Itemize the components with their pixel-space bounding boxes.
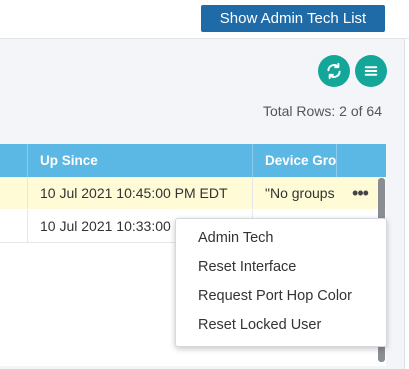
more-actions-icon[interactable]: •••	[348, 177, 372, 209]
menu-item-admin-tech[interactable]: Admin Tech	[176, 224, 386, 253]
total-rows-label: Total Rows: 2 of 64	[262, 103, 382, 119]
menu-item-request-port-hop-color[interactable]: Request Port Hop Color	[176, 282, 386, 311]
up-since-cell: 10 Jul 2021 10:45:00 PM EDT	[28, 177, 253, 209]
row-cell-blank	[0, 177, 28, 209]
top-bar: Show Admin Tech List	[0, 0, 409, 39]
refresh-icon	[325, 62, 343, 80]
menu-item-reset-interface[interactable]: Reset Interface	[176, 253, 386, 282]
row-actions-menu: Admin Tech Reset Interface Request Port …	[175, 218, 387, 347]
hamburger-menu-icon	[362, 62, 380, 80]
row-cell-blank	[0, 210, 28, 242]
refresh-button[interactable]	[318, 55, 350, 87]
column-header-blank[interactable]	[0, 144, 28, 177]
table-row[interactable]: 10 Jul 2021 10:45:00 PM EDT "No groups •…	[0, 177, 386, 209]
column-header-up-since[interactable]: Up Since	[28, 144, 253, 177]
menu-button[interactable]	[355, 55, 387, 87]
device-group-cell: "No groups	[265, 185, 335, 201]
table-header: Up Since Device Gro	[0, 144, 386, 177]
column-header-device-group[interactable]: Device Gro	[253, 144, 337, 177]
column-header-actions	[337, 144, 386, 177]
menu-item-reset-locked-user[interactable]: Reset Locked User	[176, 311, 386, 340]
show-admin-tech-list-button[interactable]: Show Admin Tech List	[201, 5, 385, 32]
right-panel-edge	[404, 39, 409, 369]
